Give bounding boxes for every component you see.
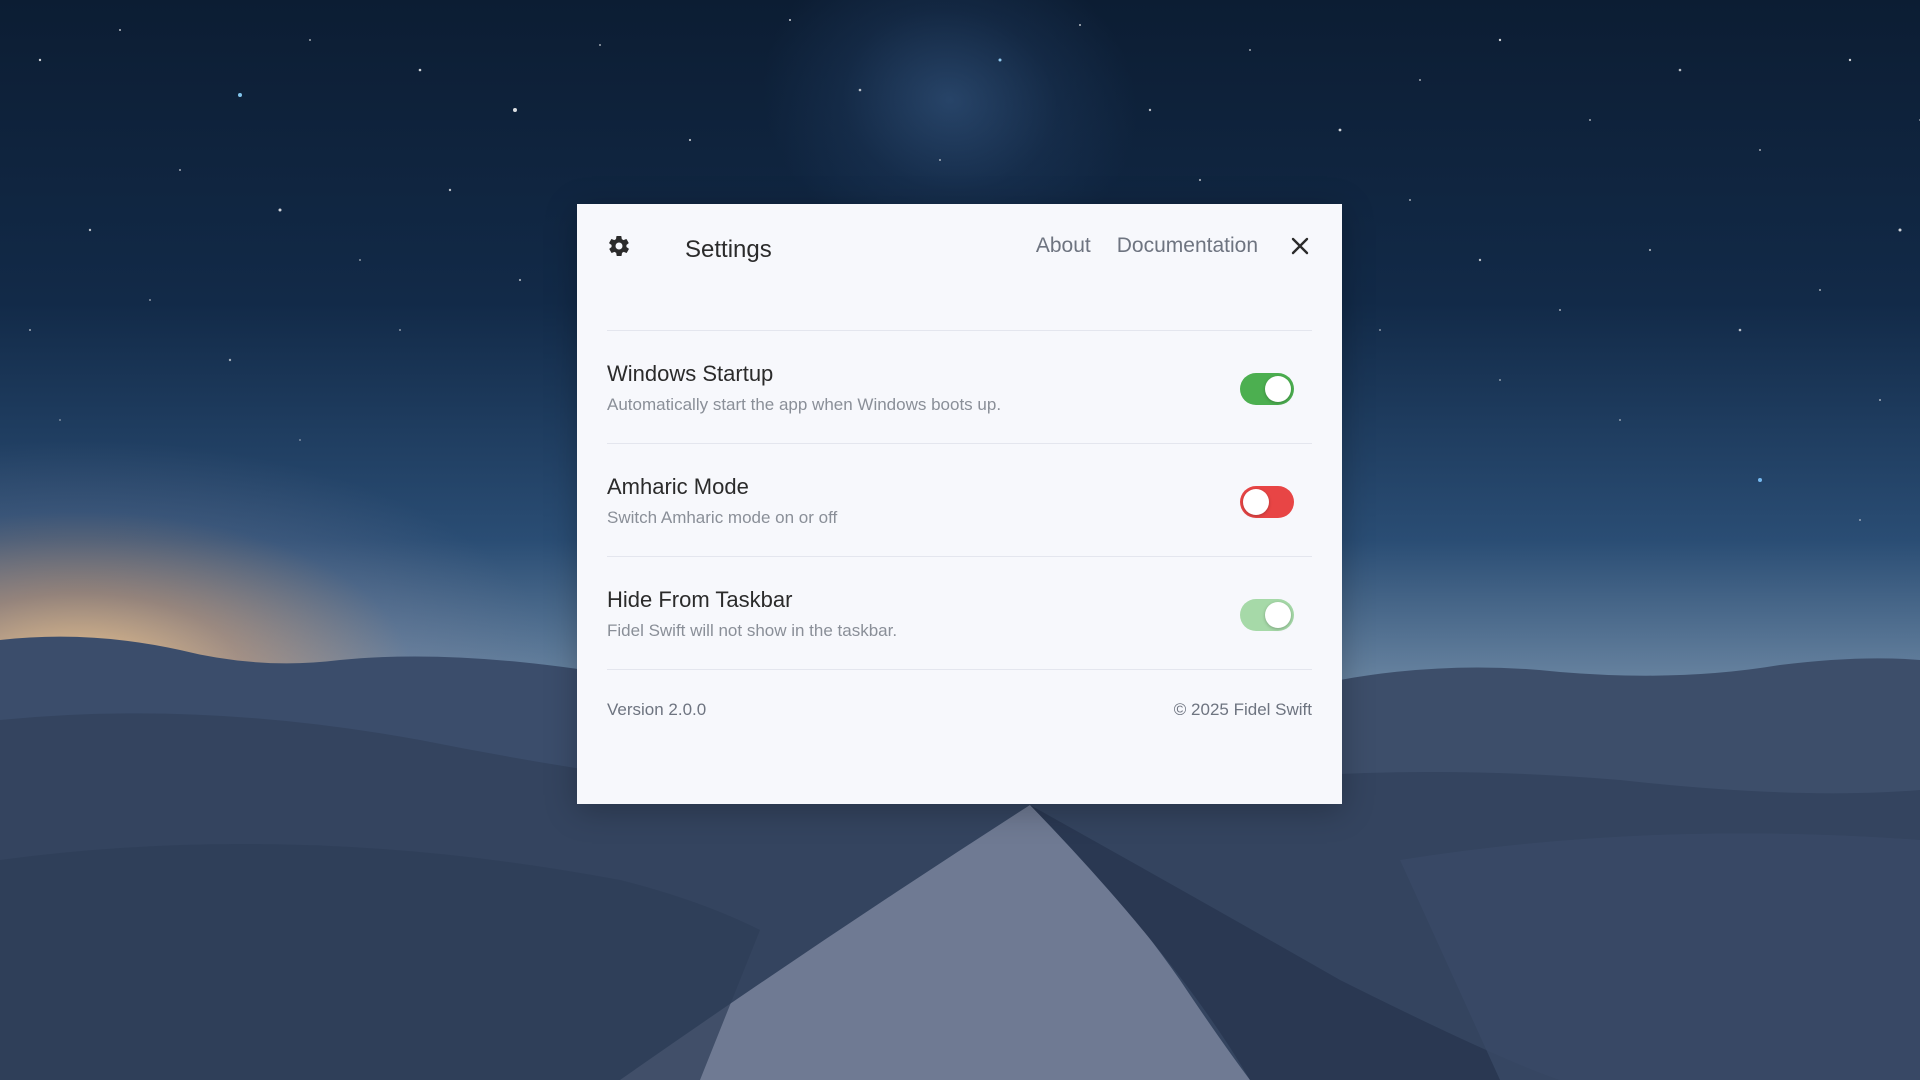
toggle-knob (1243, 489, 1269, 515)
window-header: Settings About Documentation (577, 204, 1342, 330)
desktop-background: Settings About Documentation Windows Sta… (0, 0, 1920, 1080)
window-footer: Version 2.0.0 © 2025 Fidel Swift (607, 670, 1312, 750)
setting-description: Fidel Swift will not show in the taskbar… (607, 621, 898, 640)
setting-title: Hide From Taskbar (607, 587, 793, 612)
version-label: Version 2.0.0 (607, 700, 707, 719)
windows-startup-toggle[interactable] (1240, 373, 1294, 405)
amharic-mode-toggle[interactable] (1240, 486, 1294, 518)
copyright-label: © 2025 Fidel Swift (1173, 700, 1312, 719)
page-title: Settings (685, 236, 772, 263)
setting-title: Amharic Mode (607, 474, 749, 499)
toggle-knob (1265, 376, 1291, 402)
toggle-knob (1265, 602, 1291, 628)
setting-title: Windows Startup (607, 361, 774, 386)
settings-window: Settings About Documentation Windows Sta… (577, 204, 1342, 804)
setting-description: Switch Amharic mode on or off (607, 508, 838, 527)
hide-from-taskbar-toggle[interactable] (1240, 599, 1294, 631)
header-nav: About Documentation (1036, 234, 1258, 258)
setting-row-amharic-mode: Amharic Mode Switch Amharic mode on or o… (607, 444, 1312, 557)
close-icon[interactable] (1288, 234, 1312, 258)
setting-row-hide-from-taskbar: Hide From Taskbar Fidel Swift will not s… (607, 557, 1312, 670)
about-link[interactable]: About (1036, 234, 1091, 258)
documentation-link[interactable]: Documentation (1117, 234, 1258, 258)
setting-row-windows-startup: Windows Startup Automatically start the … (607, 331, 1312, 444)
gear-icon (609, 235, 629, 257)
setting-description: Automatically start the app when Windows… (607, 395, 1002, 414)
